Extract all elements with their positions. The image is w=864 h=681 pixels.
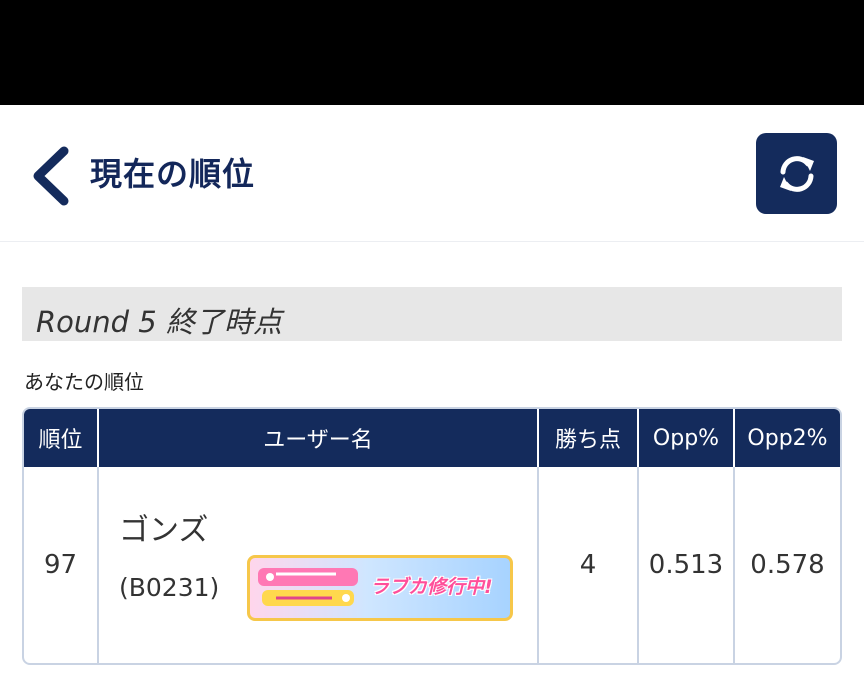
refresh-button[interactable]: [756, 133, 837, 214]
round-title: Round 5 終了時点: [36, 305, 282, 339]
header: 現在の順位: [0, 105, 864, 242]
back-button[interactable]: [28, 145, 74, 207]
column-header-username: ユーザー名: [99, 409, 539, 467]
column-header-opp2: Opp2%: [747, 425, 828, 451]
rank-table: 順位 ユーザー名 勝ち点 Opp% Opp2% 97 ゴンズ (B0231) ラ…: [22, 407, 842, 665]
table-header: 順位 ユーザー名 勝ち点 Opp% Opp2%: [24, 409, 840, 467]
your-rank-label: あなたの順位: [24, 370, 144, 394]
user-name: ゴンズ: [119, 513, 209, 548]
badge-text: ラブカ修行中!: [370, 576, 493, 598]
refresh-icon: [779, 155, 814, 192]
round-header: Round 5 終了時点: [22, 287, 842, 341]
column-header-rank: 順位: [24, 409, 99, 467]
points-cell: 4: [539, 467, 639, 663]
status-bar: [0, 0, 864, 105]
opp-cell: 0.513: [639, 467, 735, 663]
chevron-left-icon: [33, 146, 69, 206]
badge-logo-icon: [258, 568, 358, 606]
rank-cell: 97: [24, 467, 99, 663]
username-cell: ゴンズ (B0231) ラブカ修行中!: [99, 467, 539, 663]
user-id: (B0231): [119, 573, 220, 602]
user-badge[interactable]: ラブカ修行中!: [247, 555, 513, 621]
column-header-points: 勝ち点: [539, 409, 639, 467]
opp2-cell: 0.578: [750, 550, 825, 580]
page-title: 現在の順位: [90, 155, 256, 193]
column-header-opp: Opp%: [639, 409, 735, 467]
